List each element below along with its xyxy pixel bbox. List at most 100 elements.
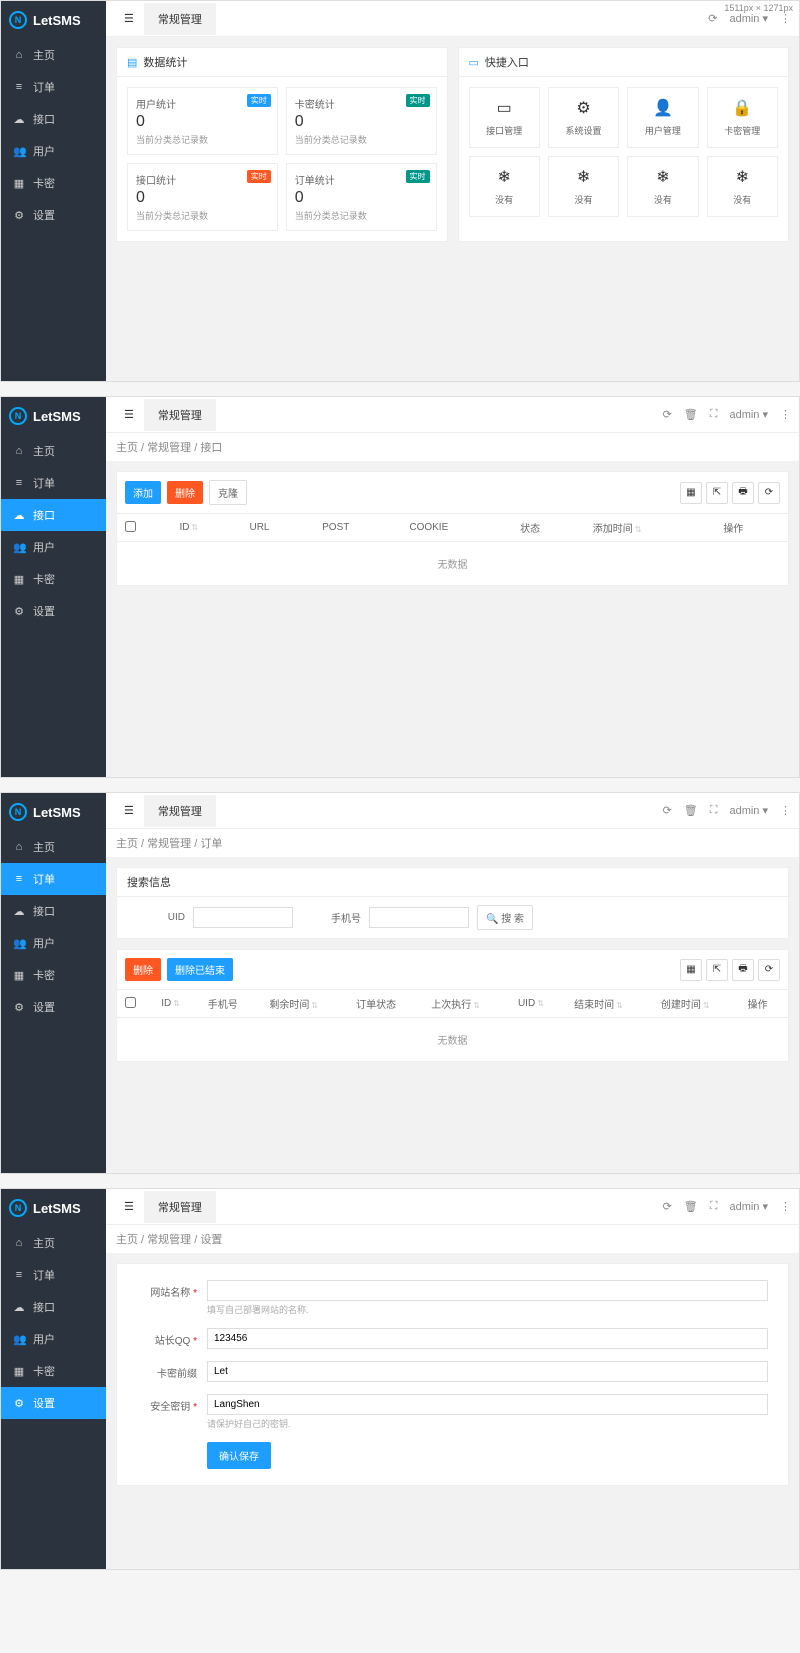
nav-home[interactable]: ⌂主页 <box>1 1227 106 1259</box>
qq-input[interactable] <box>207 1328 768 1349</box>
user-menu[interactable]: admin ▾ <box>729 12 768 25</box>
save-button[interactable]: 确认保存 <box>207 1442 271 1469</box>
nav-user[interactable]: 👥用户 <box>1 1323 106 1355</box>
tab-main[interactable]: 常规管理 <box>144 3 216 35</box>
quick-link[interactable]: 🔒卡密管理 <box>707 87 778 148</box>
reload-icon[interactable]: ⟳ <box>758 482 780 504</box>
tab-home[interactable]: ☰ <box>114 1192 144 1221</box>
refresh-icon[interactable]: ⟳ <box>663 804 672 817</box>
column-header[interactable]: 操作 <box>740 990 788 1018</box>
logo[interactable]: NLetSMS <box>1 1189 106 1227</box>
column-header[interactable]: 上次执行⇅ <box>423 990 510 1018</box>
nav-user[interactable]: 👥用户 <box>1 135 106 167</box>
fullscreen-icon[interactable]: ⛶ <box>710 408 718 421</box>
trash-icon[interactable]: 🗑 <box>684 804 698 817</box>
phone-input[interactable] <box>369 907 469 928</box>
column-header[interactable]: 剩余时间⇅ <box>261 990 348 1018</box>
refresh-icon[interactable]: ⟳ <box>663 1200 672 1213</box>
column-header[interactable]: UID⇅ <box>510 990 566 1018</box>
nav-home[interactable]: ⌂主页 <box>1 39 106 71</box>
tab-main[interactable]: 常规管理 <box>144 399 216 431</box>
trash-icon[interactable]: 🗑 <box>684 1200 698 1213</box>
refresh-icon[interactable]: ⟳ <box>663 408 672 421</box>
delete-button[interactable]: 删除 <box>125 958 161 981</box>
column-header[interactable]: COOKIE <box>401 514 512 542</box>
nav-card[interactable]: ▦卡密 <box>1 959 106 991</box>
nav-setting[interactable]: ⚙设置 <box>1 1387 106 1419</box>
column-header[interactable]: 创建时间⇅ <box>653 990 740 1018</box>
quick-link[interactable]: ❄没有 <box>469 156 540 217</box>
tab-home[interactable]: ☰ <box>114 796 144 825</box>
nav-setting[interactable]: ⚙设置 <box>1 991 106 1023</box>
export-icon[interactable]: ⇱ <box>706 959 728 981</box>
user-menu[interactable]: admin ▾ <box>729 408 768 421</box>
clone-button[interactable]: 克隆 <box>209 480 247 505</box>
delete-button[interactable]: 删除 <box>167 481 203 504</box>
quick-link[interactable]: ❄没有 <box>548 156 619 217</box>
nav-user[interactable]: 👥用户 <box>1 927 106 959</box>
column-header[interactable]: 订单状态 <box>348 990 423 1018</box>
nav-api[interactable]: ☁接口 <box>1 895 106 927</box>
nav-api[interactable]: ☁接口 <box>1 499 106 531</box>
tab-home[interactable]: ☰ <box>114 4 144 33</box>
column-header[interactable]: 添加时间⇅ <box>585 514 716 542</box>
column-header[interactable]: ID⇅ <box>171 514 241 542</box>
nav-order[interactable]: ≡订单 <box>1 71 106 103</box>
logo[interactable]: NLetSMS <box>1 793 106 831</box>
nav-card[interactable]: ▦卡密 <box>1 167 106 199</box>
filter-icon[interactable]: ▦ <box>680 959 702 981</box>
fullscreen-icon[interactable]: ⛶ <box>710 1200 718 1213</box>
nav-card[interactable]: ▦卡密 <box>1 1355 106 1387</box>
logo[interactable]: NLetSMS <box>1 397 106 435</box>
add-button[interactable]: 添加 <box>125 481 161 504</box>
nav-home[interactable]: ⌂主页 <box>1 831 106 863</box>
column-header[interactable]: URL <box>241 514 314 542</box>
print-icon[interactable]: 🖶 <box>732 482 754 504</box>
column-header[interactable]: ID⇅ <box>153 990 200 1018</box>
column-header[interactable]: 状态 <box>512 514 585 542</box>
nav-api[interactable]: ☁接口 <box>1 103 106 135</box>
quick-link[interactable]: ▭接口管理 <box>469 87 540 148</box>
more-icon[interactable]: ⋮ <box>780 12 791 25</box>
logo[interactable]: NLetSMS <box>1 1 106 39</box>
fullscreen-icon[interactable]: ⛶ <box>710 804 718 817</box>
user-menu[interactable]: admin ▾ <box>729 804 768 817</box>
quick-link[interactable]: ❄没有 <box>707 156 778 217</box>
nav-order[interactable]: ≡订单 <box>1 467 106 499</box>
nav-card[interactable]: ▦卡密 <box>1 563 106 595</box>
secret-input[interactable] <box>207 1394 768 1415</box>
quick-link[interactable]: ⚙系统设置 <box>548 87 619 148</box>
nav-api[interactable]: ☁接口 <box>1 1291 106 1323</box>
more-icon[interactable]: ⋮ <box>780 408 791 421</box>
quick-link[interactable]: 👤用户管理 <box>627 87 698 148</box>
more-icon[interactable]: ⋮ <box>780 804 791 817</box>
prefix-input[interactable] <box>207 1361 768 1382</box>
quick-link[interactable]: ❄没有 <box>627 156 698 217</box>
column-header[interactable]: POST <box>314 514 401 542</box>
reload-icon[interactable]: ⟳ <box>758 959 780 981</box>
tab-home[interactable]: ☰ <box>114 400 144 429</box>
column-header[interactable]: 结束时间⇅ <box>566 990 653 1018</box>
select-all-checkbox[interactable] <box>125 521 136 532</box>
delete-ended-button[interactable]: 删除已结束 <box>167 958 233 981</box>
export-icon[interactable]: ⇱ <box>706 482 728 504</box>
tab-main[interactable]: 常规管理 <box>144 795 216 827</box>
nav-order[interactable]: ≡订单 <box>1 1259 106 1291</box>
nav-home[interactable]: ⌂主页 <box>1 435 106 467</box>
trash-icon[interactable]: 🗑 <box>684 408 698 421</box>
nav-user[interactable]: 👥用户 <box>1 531 106 563</box>
filter-icon[interactable]: ▦ <box>680 482 702 504</box>
uid-input[interactable] <box>193 907 293 928</box>
user-menu[interactable]: admin ▾ <box>729 1200 768 1213</box>
column-header[interactable]: 手机号 <box>200 990 262 1018</box>
more-icon[interactable]: ⋮ <box>780 1200 791 1213</box>
tab-main[interactable]: 常规管理 <box>144 1191 216 1223</box>
column-header[interactable]: 操作 <box>715 514 788 542</box>
select-all-checkbox[interactable] <box>125 997 136 1008</box>
nav-setting[interactable]: ⚙设置 <box>1 595 106 627</box>
sitename-input[interactable] <box>207 1280 768 1301</box>
print-icon[interactable]: 🖶 <box>732 959 754 981</box>
refresh-icon[interactable]: ⟳ <box>708 12 717 25</box>
nav-order[interactable]: ≡订单 <box>1 863 106 895</box>
nav-setting[interactable]: ⚙设置 <box>1 199 106 231</box>
